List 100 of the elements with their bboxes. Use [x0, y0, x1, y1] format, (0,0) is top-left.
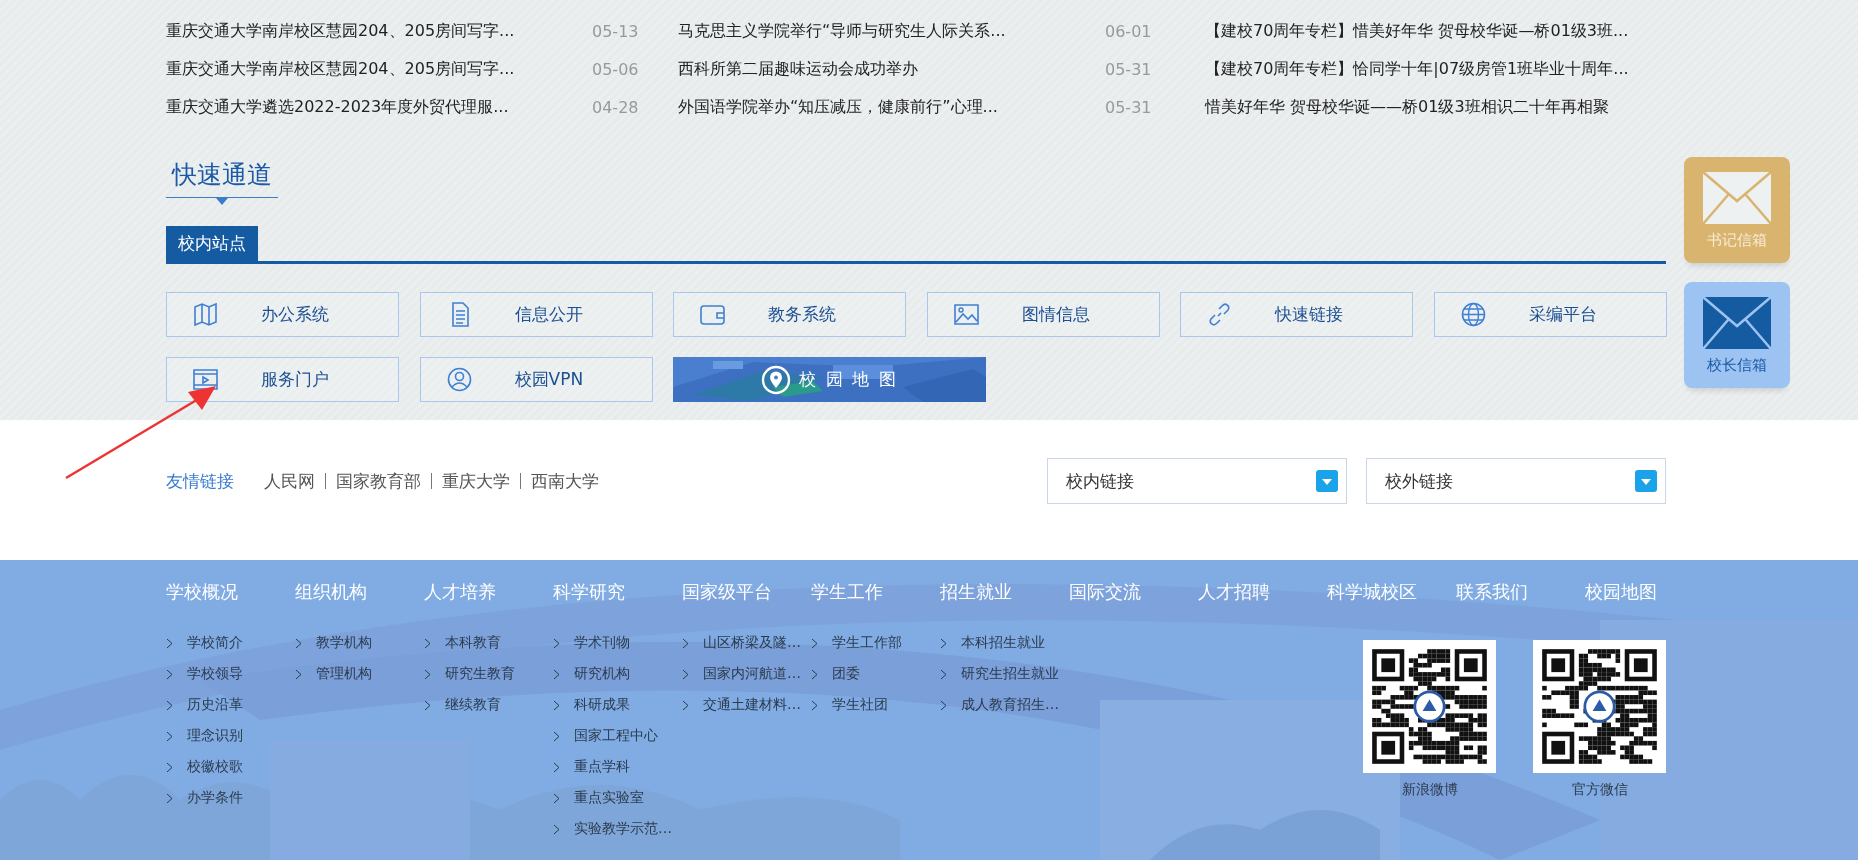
- chevron-icon: [295, 668, 302, 680]
- footer-link[interactable]: 交通土建材料…: [703, 696, 801, 714]
- footer-link[interactable]: 研究机构: [574, 665, 630, 683]
- footer-link[interactable]: 办学条件: [187, 789, 243, 807]
- footer-link[interactable]: 学生工作部: [832, 634, 902, 652]
- news-link[interactable]: 重庆交通大学南岸校区慧园204、205房间写字...: [166, 58, 592, 80]
- quick-link-button[interactable]: 采编平台: [1433, 292, 1667, 337]
- chevron-icon: [811, 699, 818, 711]
- film-icon: [192, 366, 219, 393]
- globe-icon: [1459, 301, 1487, 328]
- qr-caption: 新浪微博: [1401, 781, 1458, 799]
- quick-link-button[interactable]: 校园VPN: [419, 357, 653, 402]
- chevron-icon: [682, 668, 689, 680]
- caret-icon: [1316, 470, 1338, 492]
- news-date: 05-31: [1105, 59, 1153, 79]
- news-link[interactable]: 重庆交通大学南岸校区慧园204、205房间写字...: [166, 20, 592, 42]
- news-link[interactable]: 外国语学院举办“知压减压，健康前行”心理...: [678, 96, 1105, 118]
- dropdown[interactable]: 校外链接: [1366, 458, 1666, 504]
- chevron-icon: [940, 668, 947, 680]
- chevron-icon: [553, 823, 560, 835]
- qr-caption: 官方微信: [1571, 781, 1628, 799]
- footer-link[interactable]: 本科招生就业: [961, 634, 1045, 652]
- chevron-icon: [166, 730, 173, 742]
- chevron-icon: [166, 699, 173, 711]
- news-link[interactable]: 【建校70周年专栏】惜美好年华 贺母校华诞—桥01级3班...: [1205, 20, 1685, 42]
- footer-link[interactable]: 重点实验室: [574, 789, 644, 807]
- news-link[interactable]: 重庆交通大学遴选2022-2023年度外贸代理服...: [166, 96, 592, 118]
- news-date: 05-13: [592, 21, 640, 41]
- friend-link[interactable]: 人民网: [264, 473, 325, 489]
- campus-map-button[interactable]: 校 园 地 图: [673, 357, 986, 402]
- quick-link-button[interactable]: 快速链接: [1180, 292, 1413, 337]
- footer-link[interactable]: 团委: [832, 665, 860, 683]
- location-pin-icon: [761, 364, 792, 395]
- envelope-icon: [1702, 295, 1772, 350]
- footer-link[interactable]: 继续教育: [445, 696, 501, 714]
- chevron-icon: [424, 668, 431, 680]
- footer-link[interactable]: 教学机构: [316, 634, 372, 652]
- footer-link[interactable]: 学校领导: [187, 665, 243, 683]
- chevron-icon: [682, 699, 689, 711]
- chevron-icon: [940, 699, 947, 711]
- news-date: 05-06: [592, 59, 640, 79]
- footer-link[interactable]: 校徽校歌: [187, 758, 243, 776]
- news-link[interactable]: 马克思主义学院举行“导师与研究生人际关系...: [678, 20, 1105, 42]
- friend-link[interactable]: 国家教育部: [325, 473, 431, 489]
- footer-link[interactable]: 科研成果: [574, 696, 630, 714]
- chevron-icon: [424, 699, 431, 711]
- footer-link[interactable]: 国家工程中心: [574, 727, 658, 745]
- chevron-icon: [940, 637, 947, 649]
- chevron-icon: [553, 792, 560, 804]
- footer-link[interactable]: 管理机构: [316, 665, 372, 683]
- map-icon: [192, 301, 219, 328]
- footer-link[interactable]: 历史沿革: [187, 696, 243, 714]
- footer-link[interactable]: 重点学科: [574, 758, 630, 776]
- chevron-icon: [553, 637, 560, 649]
- chevron-icon: [166, 792, 173, 804]
- caret-icon: [1635, 470, 1657, 492]
- chevron-icon: [811, 637, 818, 649]
- footer-link[interactable]: 学生社团: [832, 696, 888, 714]
- footer-link[interactable]: 学校简介: [187, 634, 243, 652]
- chevron-icon: [553, 699, 560, 711]
- chevron-icon: [553, 730, 560, 742]
- footer-link[interactable]: 实验教学示范…: [574, 820, 672, 838]
- image-icon: [952, 301, 980, 328]
- footer-link[interactable]: 研究生教育: [445, 665, 515, 683]
- mailbox-button[interactable]: 校长信箱: [1684, 282, 1790, 388]
- footer-link[interactable]: 理念识别: [187, 727, 243, 745]
- news-date: 05-31: [1105, 97, 1153, 117]
- section-title: 快速通道: [170, 159, 273, 191]
- quick-link-button[interactable]: 图情信息: [926, 292, 1160, 337]
- news-link[interactable]: 【建校70周年专栏】恰同学十年|07级房管1班毕业十周年...: [1205, 58, 1685, 80]
- news-link[interactable]: 惜美好年华 贺母校华诞——桥01级3班相识二十年再相聚: [1205, 96, 1685, 118]
- footer-link[interactable]: 国家内河航道…: [703, 665, 801, 683]
- news-date: 06-01: [1105, 21, 1153, 41]
- chevron-icon: [811, 668, 818, 680]
- footer-link[interactable]: 成人教育招生…: [961, 696, 1059, 714]
- user-icon: [445, 366, 473, 393]
- footer-link[interactable]: 本科教育: [445, 634, 501, 652]
- news-date: 04-28: [592, 97, 640, 117]
- footer-link[interactable]: 研究生招生就业: [961, 665, 1059, 683]
- footer-link[interactable]: 学术刊物: [574, 634, 630, 652]
- chevron-icon: [166, 637, 173, 649]
- chevron-icon: [166, 761, 173, 773]
- friend-link[interactable]: 重庆大学: [431, 473, 520, 489]
- friend-links-label: 友情链接: [166, 469, 234, 493]
- quick-link-button[interactable]: 服务门户: [166, 357, 399, 402]
- dropdown[interactable]: 校内链接: [1047, 458, 1347, 504]
- chevron-icon: [166, 668, 173, 680]
- chevron-icon: [553, 761, 560, 773]
- news-link[interactable]: 西科所第二届趣味运动会成功举办: [678, 58, 1105, 80]
- envelope-icon: [1702, 170, 1772, 225]
- quick-link-button[interactable]: 办公系统: [166, 292, 399, 337]
- chevron-icon: [295, 637, 302, 649]
- footer-link[interactable]: 山区桥梁及隧…: [703, 634, 801, 652]
- chevron-icon: [553, 668, 560, 680]
- friend-link[interactable]: 西南大学: [520, 473, 609, 489]
- chevron-icon: [424, 637, 431, 649]
- quick-link-button[interactable]: 教务系统: [673, 292, 906, 337]
- link-icon: [1206, 301, 1233, 328]
- quick-link-button[interactable]: 信息公开: [419, 292, 653, 337]
- tab[interactable]: 校内站点: [166, 226, 258, 261]
